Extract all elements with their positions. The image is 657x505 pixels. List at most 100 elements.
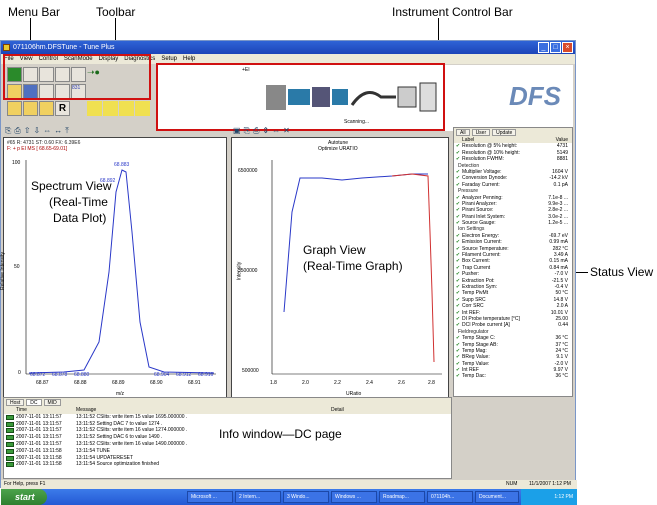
status-row: ✔ DCI Probe current [A] 0.44	[454, 322, 572, 328]
info-row[interactable]: 2007-11-01 13:11:58 13:11:54 Source optim…	[4, 461, 451, 468]
ratio-icon[interactable]: R	[55, 101, 70, 116]
task-button[interactable]: 3 Windo...	[283, 491, 329, 503]
menu-toolbar-highlight	[3, 54, 151, 100]
arrow-right-icon[interactable]	[103, 101, 118, 116]
log-icon	[6, 448, 14, 454]
dfs-logo: DFS	[509, 81, 561, 111]
log-icon	[6, 421, 14, 427]
tune-plus-window: 071106hm.DFSTune - Tune Plus _ □ × File …	[0, 40, 577, 505]
status-value: 0.44	[558, 322, 568, 329]
close-button[interactable]: ×	[562, 42, 573, 53]
spectrum-x-tick: 68.90	[150, 380, 163, 386]
start-button[interactable]: start	[1, 489, 47, 505]
taskbar: start Microsoft ... 2 Intern... 3 Windo.…	[1, 489, 577, 505]
step-icon[interactable]	[119, 101, 134, 116]
key-run-icon[interactable]	[39, 101, 54, 116]
check-icon: ✔	[455, 373, 461, 380]
log-icon	[6, 414, 14, 420]
status-view: All User Update Label Value ✔ Resolution …	[453, 127, 573, 397]
menu-bar-callout: Menu Bar	[8, 5, 61, 19]
spectrum-peak-label: 68.880	[74, 372, 90, 378]
graph-x-tick: 1.8	[270, 380, 277, 386]
key-edit-icon[interactable]	[23, 101, 38, 116]
info-message: 13:11:54 UPDATERESET	[76, 454, 134, 461]
task-button[interactable]: 2 Intern...	[235, 491, 281, 503]
instrument-control-bar-callout: Instrument Control Bar	[392, 5, 513, 19]
info-message: 13:11:54 Source optimization finished	[76, 461, 160, 468]
app-icon	[3, 44, 10, 51]
info-row[interactable]: 2007-11-01 13:11:57 13:11:52 CSlits: writ…	[4, 441, 451, 448]
graph-x-tick: 2.0	[302, 380, 309, 386]
status-row: ✔ Resolution FWHM: 8881	[454, 156, 572, 162]
spectrum-y-tick: 100	[12, 160, 21, 166]
spectrum-view-sub1: (Real-Time	[49, 195, 108, 209]
tab-host[interactable]: Host	[6, 399, 25, 406]
log-icon	[6, 462, 14, 468]
info-time: 2007-11-01 13:11:58	[16, 447, 62, 454]
check-icon: ✔	[455, 156, 461, 163]
spectrum-x-tick: 68.91	[188, 380, 201, 386]
spectrum-peak-label: 68.912	[176, 372, 192, 378]
spectrum-view-sub2: Data Plot)	[53, 211, 107, 225]
graph-view-callout: Graph View	[303, 243, 366, 257]
task-button[interactable]: Roadmap...	[379, 491, 425, 503]
tab-dc[interactable]: DC	[26, 399, 42, 406]
task-button[interactable]: Windows ...	[331, 491, 377, 503]
spectrum-peak-label: 68.872	[30, 372, 46, 378]
status-datetime: 11/1/2007 1:12 PM	[529, 481, 571, 487]
window-title: 071106hm.DFSTune - Tune Plus	[13, 44, 115, 51]
log-icon	[6, 441, 14, 447]
log-icon	[6, 455, 14, 461]
graph-y-tick: 500000	[242, 368, 259, 374]
minimize-button[interactable]: _	[538, 42, 549, 53]
toolbar-callout: Toolbar	[96, 5, 136, 19]
info-tabs: Host DC MID	[4, 398, 451, 407]
spectrum-view-callout: Spectrum View	[31, 179, 112, 193]
info-row[interactable]: 2007-11-01 13:11:58 13:11:54 UPDATERESET	[4, 455, 451, 462]
graph-view-sub: (Real-Time Graph)	[303, 259, 403, 273]
help-text: For Help, press F1	[4, 481, 46, 487]
num-indicator: NUM	[506, 481, 518, 487]
spectrum-y-tick: 0	[18, 370, 21, 376]
tab-all[interactable]: All	[456, 129, 470, 136]
spectrum-peak-label: 68.904	[154, 372, 170, 378]
status-row: ✔ Temp Dac: 36 °C	[454, 373, 572, 379]
title-bar: 071106hm.DFSTune - Tune Plus _ □ ×	[1, 41, 575, 54]
tab-user[interactable]: User	[471, 129, 491, 136]
maximize-button[interactable]: □	[550, 42, 561, 53]
tab-update[interactable]: Update	[492, 129, 517, 136]
graph-x-tick: 2.8	[428, 380, 435, 386]
info-message: 13:11:52 CSlits: write item 15 value 169…	[76, 413, 188, 420]
key-icon[interactable]	[7, 101, 22, 116]
task-button[interactable]: 071104h...	[427, 491, 473, 503]
info-header: Time Message Detail	[4, 407, 451, 414]
graph-x-tick: 2.4	[366, 380, 373, 386]
info-window-callout: Info window—DC page	[219, 427, 342, 441]
graph-y-tick: 6500000	[238, 168, 258, 174]
arrow-left-icon[interactable]	[87, 101, 102, 116]
spectrum-peak-label: 68.883	[114, 162, 130, 168]
task-button[interactable]: Document...	[475, 491, 519, 503]
task-button[interactable]: Microsoft ...	[187, 491, 233, 503]
graph-y-tick: 3500000	[238, 268, 258, 274]
spectrum-peak-label: 68.916	[198, 372, 214, 378]
status-value: 1.2e-5 ...	[548, 220, 568, 227]
spectrum-x-tick: 68.89	[112, 380, 125, 386]
step-back-icon[interactable]	[135, 101, 150, 116]
graph-plot	[271, 160, 442, 375]
info-row[interactable]: 2007-11-01 13:11:58 13:11:54 TUNE	[4, 448, 451, 455]
tab-mid[interactable]: MID	[43, 399, 61, 406]
info-col-message: Message	[76, 407, 97, 413]
info-time: 2007-11-01 13:11:58	[16, 454, 62, 461]
info-time: 2007-11-01 13:11:58	[16, 461, 62, 468]
spectrum-view: #65 R: 4731 ST: 0.60 FX: 6.39E6 F: + p E…	[0, 137, 227, 399]
info-row[interactable]: 2007-11-01 13:11:57 13:11:52 CSlits: writ…	[4, 414, 451, 421]
info-col-time: Time	[16, 407, 27, 413]
system-tray-clock: 1:12 PM	[521, 489, 577, 505]
status-tabs: All User Update	[454, 128, 572, 137]
status-label: Temp Dac:	[462, 373, 486, 380]
info-time: 2007-11-01 13:11:57	[16, 440, 62, 447]
spectrum-x-tick: 68.88	[74, 380, 87, 386]
info-col-detail: Detail	[331, 407, 344, 413]
info-message: 13:11:54 TUNE	[76, 447, 111, 454]
